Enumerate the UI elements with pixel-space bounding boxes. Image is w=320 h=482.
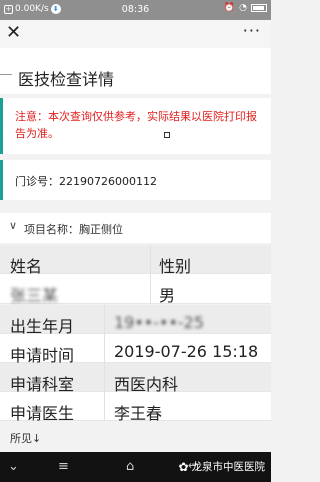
row-label: 申请医生: [10, 404, 75, 423]
table-row: 申请时间 2019-07-26 15:18: [0, 334, 271, 365]
menu-icon[interactable]: ≡: [58, 459, 69, 474]
title-area: 医技检查详情: [0, 48, 271, 94]
back-icon[interactable]: ⌄: [8, 459, 19, 474]
table-divider: [104, 334, 105, 363]
clinic-number: 门诊号：22190726000112: [15, 175, 157, 188]
page-title: 医技检查详情: [18, 70, 115, 89]
table-row: 张三某 男: [0, 274, 271, 305]
table-divider: [104, 305, 105, 334]
brand-text: 龙泉市中医医院: [191, 461, 266, 473]
project-header[interactable]: ∨ 项目名称：胸正侧位: [0, 213, 271, 243]
notice-text: 注意：本次查询仅供参考，实际结果以医院打印报告为准。: [15, 110, 257, 140]
birth-date: 19••-••-25: [114, 313, 205, 332]
table-row: 申请科室 西医内科: [0, 363, 271, 394]
alarm-icon: ⏰: [223, 3, 236, 13]
home-icon[interactable]: ⌂: [126, 459, 134, 474]
nav-bar: ✕ ···: [0, 20, 271, 48]
notice-marker: [164, 132, 170, 138]
findings-label: 所见↓: [10, 432, 42, 445]
chevron-down-icon: ∨: [9, 219, 18, 232]
close-icon[interactable]: ✕: [6, 23, 21, 43]
table-header-row: 姓名 性别: [0, 245, 271, 276]
clinic-card: 门诊号：22190726000112: [0, 160, 271, 200]
table-row: 申请医生 李王春: [0, 392, 271, 423]
status-right: ⏰ ◔: [224, 3, 267, 13]
patient-name: 张三某: [10, 286, 59, 305]
title-accent-line: [0, 74, 12, 75]
table-divider: [104, 392, 105, 421]
table-divider: [104, 363, 105, 392]
wechat-icon: ✿: [178, 459, 189, 474]
apply-time: 2019-07-26 15:18: [114, 342, 259, 361]
table-divider: [150, 274, 151, 304]
apply-doctor: 李王春: [114, 404, 163, 423]
system-nav-bar: ⌄ ≡ ⌂ ↩ ✿ 龙泉市中医医院: [0, 452, 271, 482]
brand-watermark: ✿ 龙泉市中医医院: [178, 459, 265, 474]
patient-gender: 男: [159, 286, 176, 305]
more-icon[interactable]: ···: [243, 21, 261, 40]
project-name: 项目名称：胸正侧位: [24, 223, 123, 236]
table-divider: [150, 245, 151, 274]
table-row: 出生年月 19••-••-25: [0, 305, 271, 336]
notice-card: 注意：本次查询仅供参考，实际结果以医院打印报告为准。: [0, 98, 271, 154]
status-bar: + 0.00K/s ⬇ 08:36 ⏰ ◔: [0, 0, 271, 20]
battery-icon: [251, 4, 267, 12]
wifi-icon: ◔: [239, 3, 247, 13]
